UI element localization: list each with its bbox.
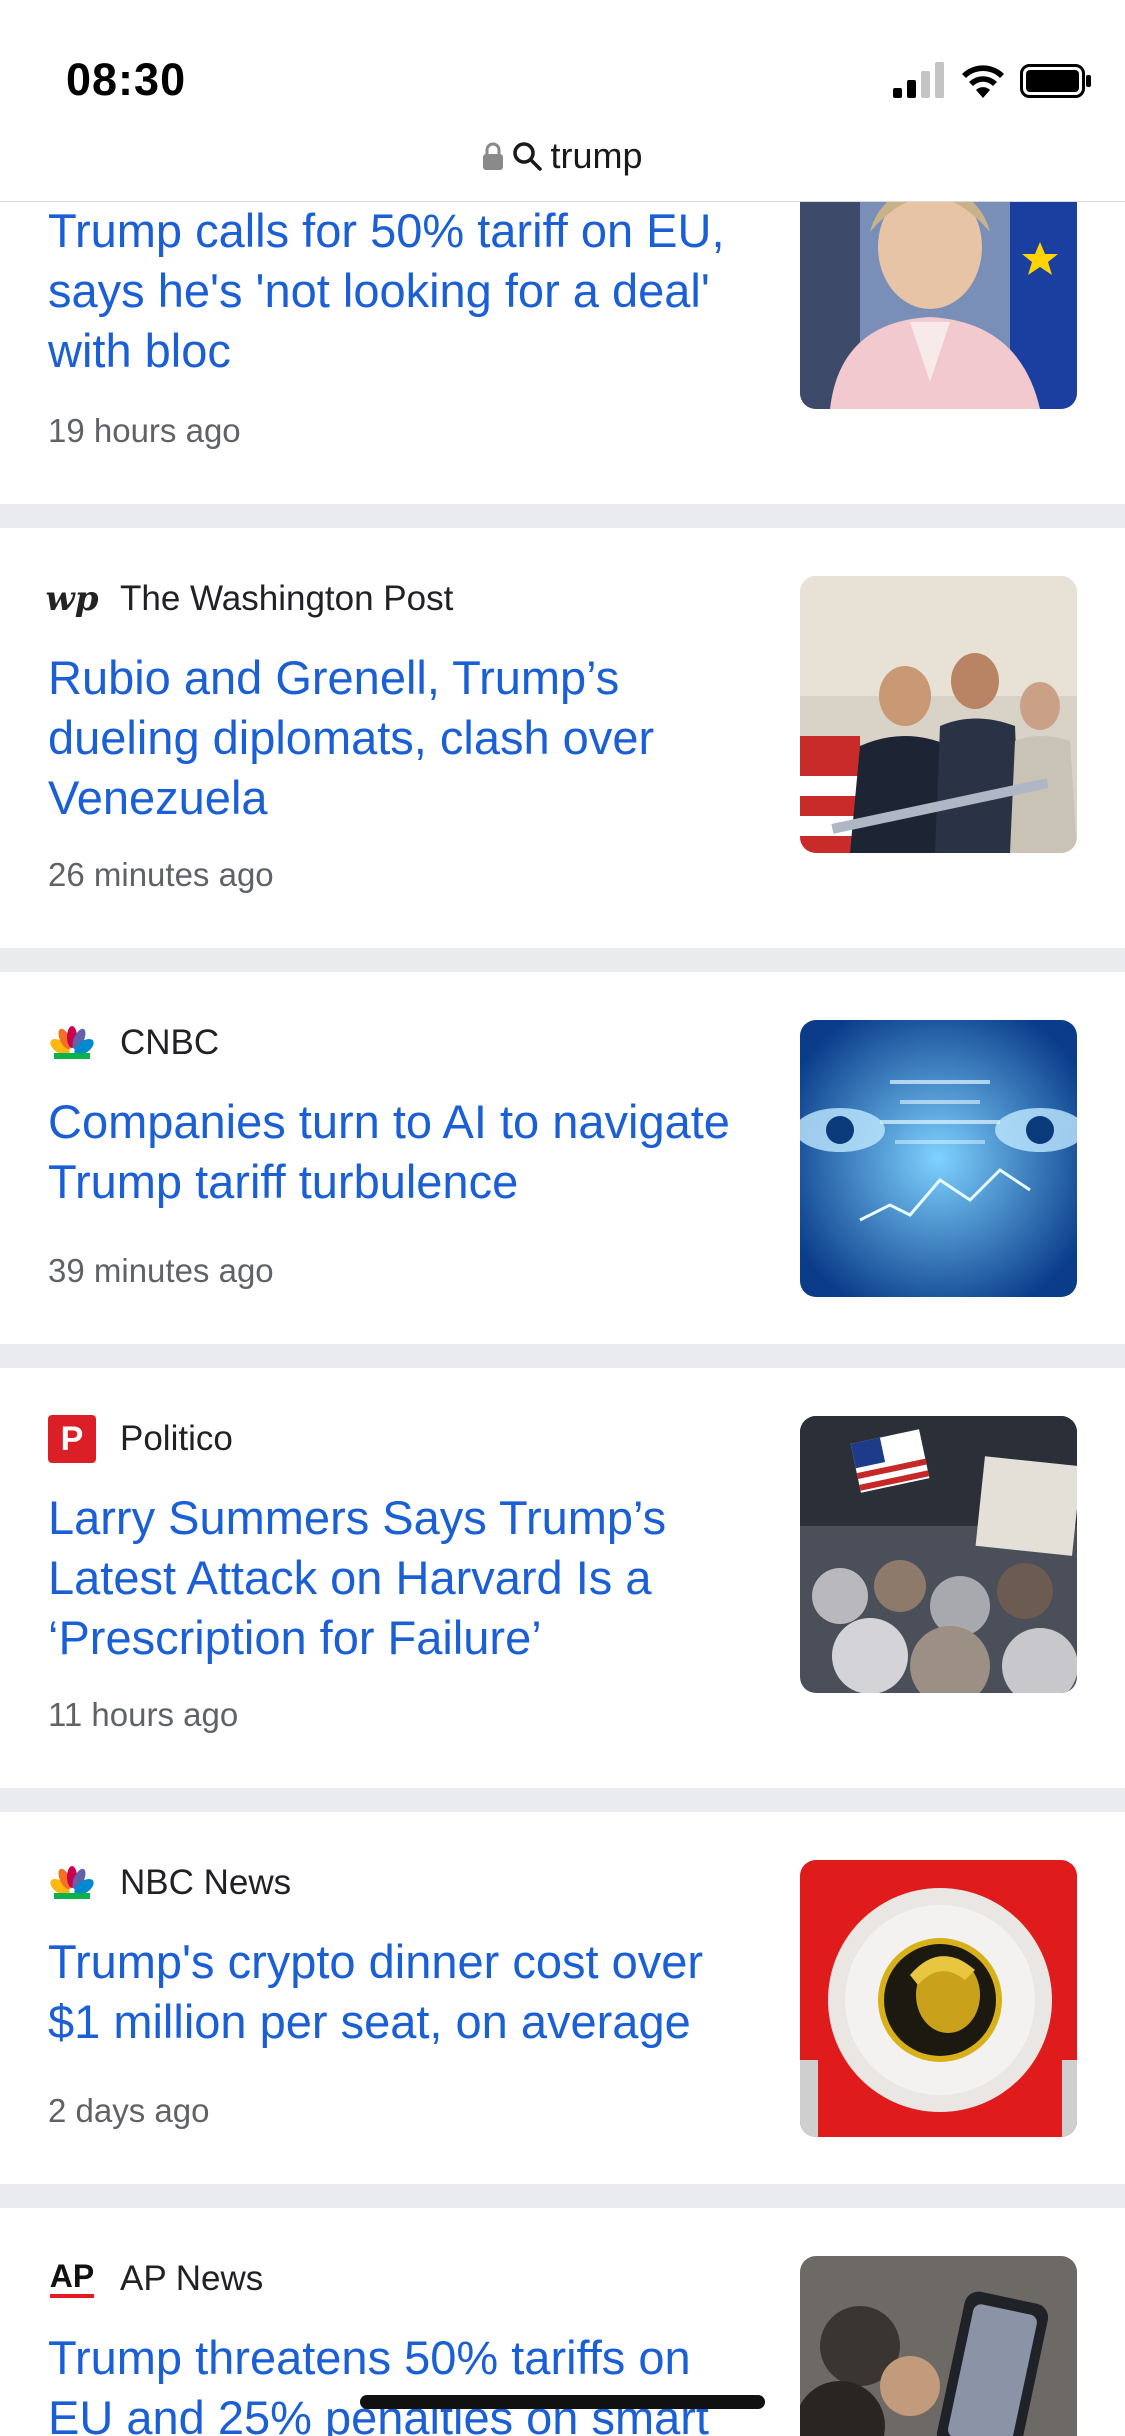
peacock-logo-icon — [48, 1019, 96, 1067]
eu-official-photo-icon — [800, 172, 1077, 409]
thumbnail-image[interactable] — [800, 1860, 1077, 2137]
time-ago: 11 hours ago — [48, 1696, 239, 1733]
time-ago: 2 days ago — [48, 2092, 210, 2129]
protest-photo-icon — [800, 1416, 1077, 1693]
url-query-text: trump — [550, 135, 643, 176]
coin-plate-photo-icon — [800, 1860, 1077, 2137]
time-ago: 19 hours ago — [48, 412, 241, 449]
headline-link[interactable]: Trump's crypto dinner cost over $1 milli… — [48, 1932, 768, 2052]
news-card[interactable]: CNBC Companies turn to AI to navigate Tr… — [0, 972, 1125, 1344]
headline-link[interactable]: Trump calls for 50% tariff on EU, says h… — [48, 201, 768, 381]
washington-post-logo-icon: wp — [45, 579, 99, 619]
source-name: CNBC — [120, 1023, 220, 1062]
source-name: Politico — [120, 1419, 233, 1458]
diplomats-photo-icon — [800, 576, 1077, 853]
news-source: wp The Washington Post — [45, 579, 454, 619]
headline-link[interactable]: Larry Summers Says Trump’s Latest Attack… — [48, 1488, 768, 1668]
news-card[interactable]: P Politico Larry Summers Says Trump’s La… — [0, 1368, 1125, 1788]
news-card[interactable]: NBC News Trump's crypto dinner cost over… — [0, 1812, 1125, 2184]
home-indicator[interactable] — [360, 2395, 765, 2409]
status-time: 08:30 — [66, 54, 187, 105]
thumbnail-image[interactable] — [800, 2256, 1077, 2436]
battery-icon — [1020, 64, 1091, 98]
wifi-icon — [962, 65, 1004, 98]
time-ago: 26 minutes ago — [48, 856, 274, 893]
news-source: AP AP News — [48, 2259, 263, 2299]
news-source: P Politico — [48, 1415, 233, 1463]
thumbnail-image[interactable] — [800, 172, 1077, 409]
peacock-logo-icon — [48, 1859, 96, 1907]
thumbnail-image[interactable] — [800, 1416, 1077, 1693]
time-ago: 39 minutes ago — [48, 1252, 274, 1289]
search-icon — [513, 142, 543, 171]
browser-top-bar: 08:30 trump — [0, 0, 1125, 202]
address-bar[interactable]: trump — [0, 133, 1125, 179]
news-source: NBC News — [48, 1863, 291, 1903]
source-name: The Washington Post — [120, 579, 454, 618]
news-card[interactable]: wp The Washington Post Rubio and Grenell… — [0, 528, 1125, 948]
headline-link[interactable]: Trump threatens 50% tariffs on EU and 25… — [48, 2328, 768, 2436]
thumbnail-image[interactable] — [800, 576, 1077, 853]
news-source: CNBC — [48, 1023, 219, 1063]
news-card[interactable]: Trump calls for 50% tariff on EU, says h… — [0, 172, 1125, 504]
ai-eyes-photo-icon — [800, 1020, 1077, 1297]
thumbnail-image[interactable] — [800, 1020, 1077, 1297]
ap-logo-icon: AP — [48, 2255, 96, 2303]
phone-photo-icon — [800, 2256, 1077, 2436]
headline-link[interactable]: Companies turn to AI to navigate Trump t… — [48, 1092, 768, 1212]
source-name: NBC News — [120, 1863, 292, 1902]
lock-icon — [483, 142, 504, 170]
politico-logo-icon: P — [48, 1415, 96, 1463]
headline-link[interactable]: Rubio and Grenell, Trump’s dueling diplo… — [48, 648, 768, 828]
cellular-signal-icon — [893, 62, 944, 98]
source-name: AP News — [120, 2259, 264, 2298]
